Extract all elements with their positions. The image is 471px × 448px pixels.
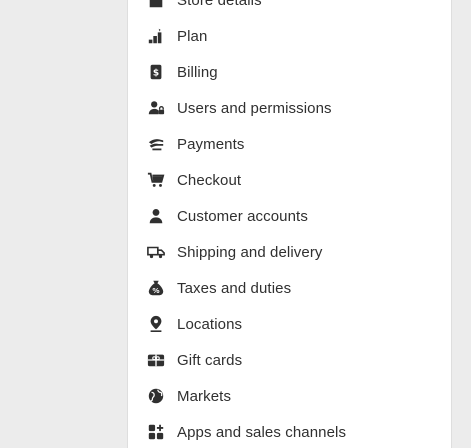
sidebar-item-label: Customer accounts	[177, 207, 308, 225]
sidebar-item-apps[interactable]: Apps and sales channels	[128, 414, 451, 448]
truck-icon	[146, 242, 166, 262]
sidebar-item-customer-accounts[interactable]: Customer accounts	[128, 198, 451, 234]
sidebar-item-billing[interactable]: $ Billing	[128, 54, 451, 90]
sidebar-item-checkout[interactable]: Checkout	[128, 162, 451, 198]
apps-icon	[146, 422, 166, 442]
sidebar-item-shipping[interactable]: Shipping and delivery	[128, 234, 451, 270]
sidebar-item-label: Taxes and duties	[177, 279, 292, 297]
sidebar-item-label: Store details	[177, 0, 262, 9]
plan-icon	[146, 26, 166, 46]
sidebar-item-gift-cards[interactable]: Gift cards	[128, 342, 451, 378]
sidebar-item-payments[interactable]: Payments	[128, 126, 451, 162]
globe-icon	[146, 386, 166, 406]
billing-icon: $	[146, 62, 166, 82]
store-icon	[146, 0, 166, 10]
sidebar-item-label: Markets	[177, 387, 232, 405]
tax-icon: %	[146, 278, 166, 298]
svg-text:%: %	[152, 286, 159, 295]
sidebar-item-users[interactable]: Users and permissions	[128, 90, 451, 126]
sidebar-item-label: Gift cards	[177, 351, 243, 369]
sidebar-item-markets[interactable]: Markets	[128, 378, 451, 414]
sidebar-item-locations[interactable]: Locations	[128, 306, 451, 342]
sidebar-item-label: Locations	[177, 315, 243, 333]
person-icon	[146, 206, 166, 226]
sidebar-item-label: Apps and sales channels	[177, 423, 347, 441]
payments-icon	[146, 134, 166, 154]
settings-sidebar-content: Store details Plan $ Billing Users and p…	[127, 0, 452, 448]
users-icon	[146, 98, 166, 118]
svg-text:$: $	[153, 69, 159, 79]
sidebar-item-taxes[interactable]: % Taxes and duties	[128, 270, 451, 306]
screenshot-canvas: Store details Plan $ Billing Users and p…	[0, 0, 471, 448]
sidebar-item-label: Billing	[177, 63, 218, 81]
sidebar-item-label: Users and permissions	[177, 99, 332, 117]
sidebar-item-label: Plan	[177, 27, 208, 45]
sidebar-item-label: Checkout	[177, 171, 242, 189]
gift-card-icon	[146, 350, 166, 370]
sidebar-item-label: Payments	[177, 135, 245, 153]
sidebar-item-plan[interactable]: Plan	[128, 18, 451, 54]
sidebar-item-store-details[interactable]: Store details	[128, 0, 451, 18]
sidebar-item-label: Shipping and delivery	[177, 243, 323, 261]
settings-nav-list: Store details Plan $ Billing Users and p…	[128, 0, 451, 448]
cart-icon	[146, 170, 166, 190]
location-pin-icon	[146, 314, 166, 334]
